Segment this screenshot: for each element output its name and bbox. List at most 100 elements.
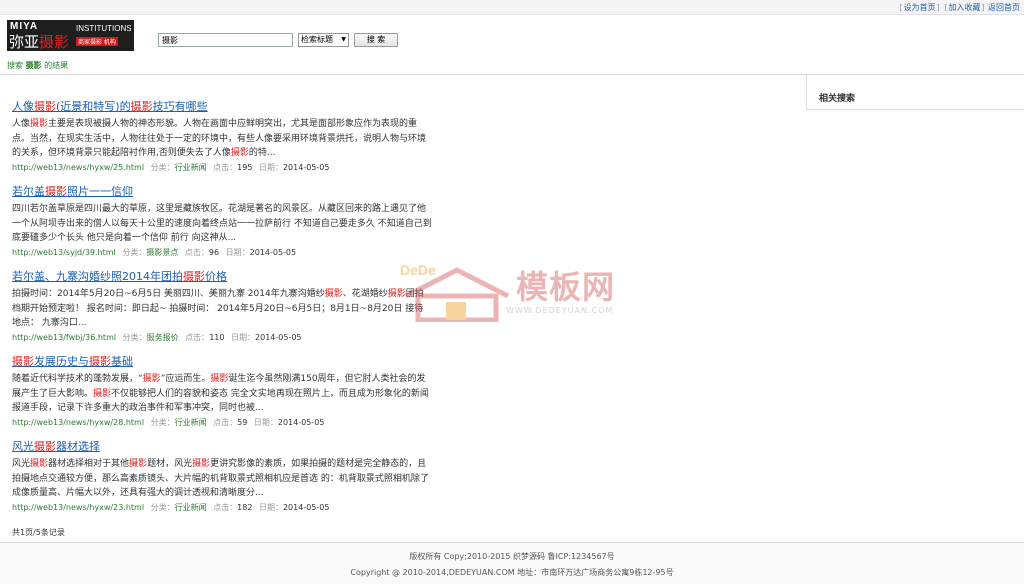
logo-chinese-b: 摄影: [39, 33, 70, 51]
search-button[interactable]: 搜 索: [354, 33, 398, 47]
logo-institutions: INSTITUTIONS: [76, 24, 132, 33]
result-url[interactable]: http://web13/news/hyxw/25.html: [12, 163, 144, 172]
result-category[interactable]: 摄影景点: [146, 248, 178, 257]
desc-part: 人像: [12, 119, 31, 129]
title-highlight: 摄影: [183, 270, 205, 283]
date-label: 日期：: [258, 163, 283, 172]
desc-highlight: 摄影: [30, 459, 49, 469]
clicks-label: 点击：: [185, 333, 210, 342]
title-part: 人像: [12, 100, 34, 113]
breadcrumb: 搜索 摄影 的结果: [7, 60, 68, 71]
result-title-link[interactable]: 若尔盖、九寨沟婚纱照2014年团拍摄影价格: [12, 270, 432, 284]
back-home-link[interactable]: 返回首页: [988, 3, 1020, 12]
result-url[interactable]: http://web13/news/hyxw/28.html: [12, 418, 144, 427]
result-meta: http://web13/news/hyxw/23.html 分类：行业新闻 点…: [12, 502, 432, 514]
pagination-summary: 共1页/5条记录: [12, 528, 65, 537]
chevron-down-icon: ▼: [341, 36, 346, 43]
title-highlight: 摄影: [12, 355, 34, 368]
clicks-label: 点击：: [184, 248, 209, 257]
logo-chinese: 弥亚摄影: [9, 31, 69, 51]
result-item: 风光摄影器材选择 风光摄影器材选择相对于其他摄影题材，风光摄影更讲究影像的素质，…: [12, 440, 432, 525]
result-description: 四川若尔盖草原是四川最大的草原，这里是藏族牧区。花湖是著名的风景区。从藏区回来的…: [12, 202, 432, 245]
result-category[interactable]: 行业新闻: [175, 163, 207, 172]
footer-address: Copyright @ 2010-2014,DEDEYUAN.COM 地址：市南…: [350, 568, 674, 577]
breadcrumb-keyword: 摄影: [25, 61, 42, 70]
title-part: 技巧有哪些: [152, 100, 208, 113]
result-category[interactable]: 服务报价: [147, 333, 179, 342]
result-clicks: 96: [208, 248, 220, 257]
category-label: 分类：: [150, 503, 175, 512]
desc-highlight: 摄影: [93, 388, 112, 399]
result-description: 风光摄影器材选择相对于其他摄影题材，风光摄影更讲究影像的素质，如果拍摄的题材是完…: [12, 457, 432, 500]
title-highlight: 摄影: [34, 100, 56, 113]
desc-part: 拍摄时间：2014年5月20日~6月5日 美丽四川、美丽九寨 2014年九寨沟婚…: [12, 289, 325, 299]
desc-part: 器材选择相对于其他: [48, 459, 130, 469]
result-url[interactable]: http://web13/news/hyxw/23.html: [12, 503, 144, 512]
top-utility-bar: [设为首页] [加入收藏] 返回首页: [0, 0, 1024, 15]
result-date: 2014-05-05: [282, 163, 330, 172]
result-meta: http://web13/news/hyxw/28.html 分类：行业新闻 点…: [12, 417, 432, 429]
title-highlight: 摄影: [34, 440, 56, 453]
desc-highlight: 摄影: [210, 374, 229, 384]
logo-chinese-a: 弥亚: [9, 33, 40, 51]
result-clicks: 195: [237, 163, 253, 172]
result-title-link[interactable]: 风光摄影器材选择: [12, 440, 432, 454]
breadcrumb-row: 搜索 摄影 的结果: [0, 57, 1024, 75]
result-item: 人像摄影(近景和特写)的摄影技巧有哪些 人像摄影主要是表现被摄人物的神态形貌。人…: [12, 100, 432, 185]
breadcrumb-suffix: 的结果: [44, 61, 69, 70]
result-clicks: 110: [209, 333, 225, 342]
result-category[interactable]: 行业新闻: [175, 418, 207, 427]
result-meta: http://web13/fwbj/36.html 分类：服务报价 点击：110…: [12, 332, 432, 344]
search-results: 人像摄影(近景和特写)的摄影技巧有哪些 人像摄影主要是表现被摄人物的神态形貌。人…: [12, 100, 432, 525]
desc-highlight: 摄影: [30, 119, 49, 129]
search-scope-value: 检索标题: [301, 35, 333, 44]
date-label: 日期：: [231, 333, 256, 342]
result-url[interactable]: http://web13/syjd/39.html: [12, 248, 116, 257]
site-logo[interactable]: MIYA 弥亚摄影 INSTITUTIONS 商家摄影 机构: [7, 20, 134, 51]
category-label: 分类：: [122, 333, 147, 342]
title-part: 照片一一信仰: [67, 185, 133, 198]
category-label: 分类：: [122, 248, 147, 257]
result-item: 若尔盖摄影照片一一信仰 四川若尔盖草原是四川最大的草原，这里是藏族牧区。花湖是著…: [12, 185, 432, 270]
clicks-label: 点击：: [213, 418, 238, 427]
title-part: 基础: [111, 355, 133, 368]
result-meta: http://web13/news/hyxw/25.html 分类：行业新闻 点…: [12, 162, 432, 174]
set-homepage-link[interactable]: 设为首页: [904, 3, 936, 12]
watermark: DeDe 模板网 WWW.DEDEYUAN.COM: [398, 262, 630, 322]
result-title-link[interactable]: 人像摄影(近景和特写)的摄影技巧有哪些: [12, 100, 432, 114]
desc-part: ”应运而生。: [160, 374, 211, 384]
watermark-url: WWW.DEDEYUAN.COM: [506, 306, 614, 315]
title-part: 发展历史与: [34, 355, 89, 368]
title-highlight: 摄影: [130, 100, 153, 113]
result-description: 随着近代科学技术的蓬勃发展，“摄影”应运而生。摄影诞生迄今虽然刚满150周年，但…: [12, 372, 432, 415]
search-input[interactable]: [158, 33, 293, 47]
desc-highlight: 摄影: [192, 459, 211, 469]
result-date: 2014-05-05: [249, 248, 297, 257]
title-part: 若尔盖、九寨沟婚纱照2014年团拍: [12, 270, 183, 283]
category-label: 分类：: [150, 163, 175, 172]
result-url[interactable]: http://web13/fwbj/36.html: [12, 333, 116, 342]
result-clicks: 59: [237, 418, 248, 427]
search-scope-select[interactable]: 检索标题 ▼: [298, 33, 349, 47]
result-clicks: 182: [237, 503, 253, 512]
result-title-link[interactable]: 若尔盖摄影照片一一信仰: [12, 185, 432, 199]
footer-copyright: 版权所有 Copy;2010-2015 织梦源码 鲁ICP:1234567号: [409, 552, 615, 561]
title-part: 器材选择: [56, 440, 100, 453]
desc-highlight: 摄影: [324, 289, 343, 299]
related-search-panel: 相关搜索: [806, 75, 1024, 110]
related-search-title: 相关搜索: [819, 94, 856, 104]
title-part: 风光: [12, 440, 34, 453]
title-highlight: 摄影: [89, 355, 111, 368]
result-description: 拍摄时间：2014年5月20日~6月5日 美丽四川、美丽九寨 2014年九寨沟婚…: [12, 287, 432, 330]
desc-highlight: 摄影: [142, 374, 161, 384]
result-title-link[interactable]: 摄影发展历史与摄影基础: [12, 355, 432, 369]
result-item: 摄影发展历史与摄影基础 随着近代科学技术的蓬勃发展，“摄影”应运而生。摄影诞生迄…: [12, 355, 432, 440]
logo-subtitle: 商家摄影 机构: [76, 37, 118, 46]
add-favorite-link[interactable]: 加入收藏: [948, 3, 980, 12]
clicks-label: 点击：: [213, 163, 238, 172]
desc-part: 风光: [12, 459, 31, 469]
result-category[interactable]: 行业新闻: [175, 503, 207, 512]
title-highlight: 摄影: [45, 185, 67, 198]
desc-part: 随着近代科学技术的蓬勃发展，“: [12, 374, 143, 384]
desc-part: 四川若尔盖草原是四川最大的草原，这里是藏族牧区。花湖是著名的风景区。从藏区回来的…: [12, 204, 432, 243]
